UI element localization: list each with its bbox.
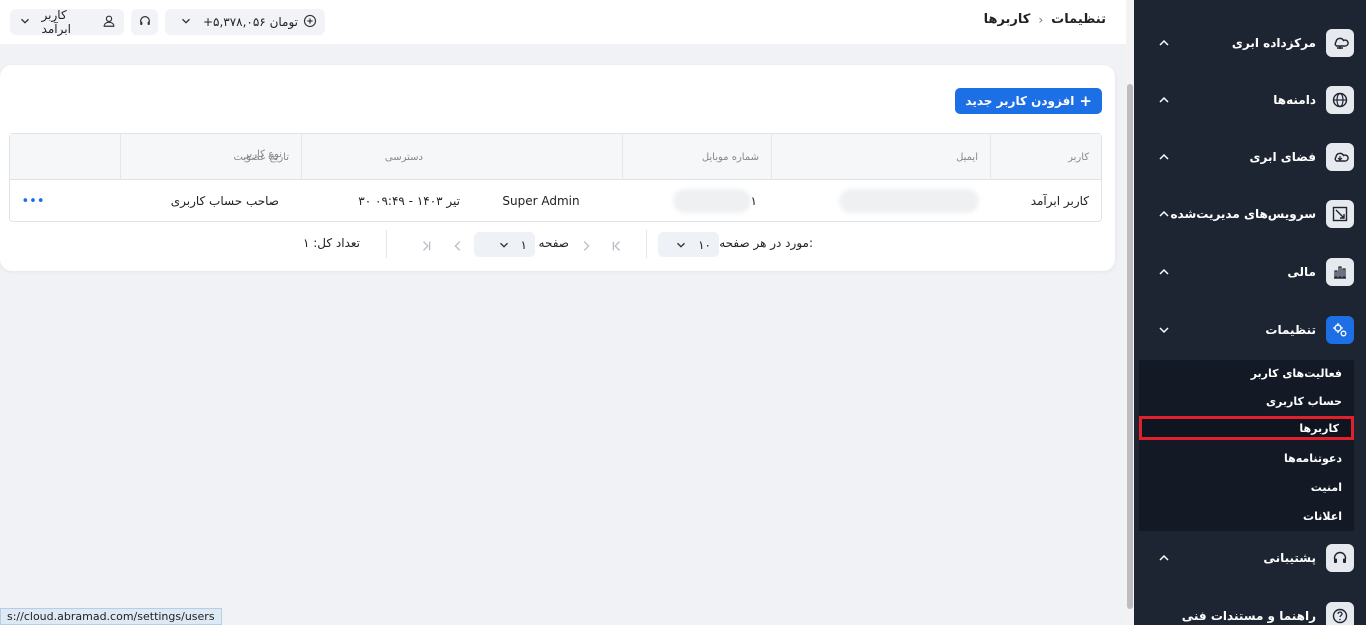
total-count: تعداد کل: ۱ bbox=[302, 236, 360, 250]
sidebar-item-label: فضای ابری bbox=[1249, 150, 1316, 164]
sidebar-item-domains[interactable]: دامنه‌ها bbox=[1134, 80, 1366, 120]
sidebar-item-label: مرکزداده ابری bbox=[1231, 36, 1316, 50]
sidebar: مرکزداده ابری دامنه‌ها فضای ابری سرویس‌ه… bbox=[1134, 0, 1366, 625]
breadcrumb-current: کاربرها bbox=[983, 12, 1031, 27]
sidebar-item-finance[interactable]: مالی bbox=[1134, 252, 1366, 292]
cloud-server-icon bbox=[1326, 29, 1354, 57]
per-page-value: ۱۰ bbox=[698, 237, 711, 252]
column-header-mobile: شماره موبایل bbox=[622, 134, 771, 180]
first-page-icon[interactable] bbox=[609, 238, 623, 252]
table-header: کاربر ایمیل شماره موبایل دسترسی تاریخ عض… bbox=[10, 134, 1101, 180]
last-page-icon[interactable] bbox=[420, 238, 434, 252]
cell-access: Super Admin bbox=[502, 194, 580, 208]
submenu-item-invitations[interactable]: دعوتنامه‌ها bbox=[1139, 446, 1354, 470]
cloud-storage-icon bbox=[1326, 143, 1354, 171]
page-select[interactable]: ۱ bbox=[474, 232, 535, 257]
page-value: ۱ bbox=[520, 237, 527, 252]
column-header-type-spacer bbox=[120, 134, 301, 180]
balance-amount: +۵,۳۷۸,۰۵۶ تومان bbox=[202, 15, 298, 29]
balance-button[interactable]: +۵,۳۷۸,۰۵۶ تومان bbox=[165, 9, 325, 35]
chevron-down-icon bbox=[499, 242, 508, 248]
chevron-down-icon bbox=[677, 242, 686, 248]
pagination: مورد در هر صفحه: ۱۰ صفحه ۱ تعداد کل: ۱ bbox=[0, 230, 1115, 260]
divider bbox=[646, 230, 647, 258]
row-actions-button[interactable]: ••• bbox=[9, 180, 57, 222]
sidebar-item-label: مالی bbox=[1287, 265, 1316, 279]
submenu-item-notifications[interactable]: اعلانات bbox=[1139, 504, 1354, 528]
users-card: + افزودن کاربر جدید کاربر ایمیل شماره مو… bbox=[0, 65, 1115, 271]
page-label: صفحه bbox=[538, 236, 569, 250]
scrollbar-thumb[interactable] bbox=[1127, 84, 1133, 609]
per-page-select[interactable]: ۱۰ bbox=[658, 232, 719, 257]
finance-chart-icon bbox=[1326, 258, 1354, 286]
submenu-item-users[interactable]: کاربرها bbox=[1139, 416, 1354, 440]
sidebar-item-managed-services[interactable]: سرویس‌های مدیریت‌شده bbox=[1134, 194, 1366, 234]
chevron-up-icon bbox=[1156, 264, 1172, 280]
managed-services-icon bbox=[1326, 200, 1354, 228]
breadcrumb: تنظیمات › کاربرها bbox=[984, 12, 1106, 27]
chevron-up-icon bbox=[1156, 35, 1172, 51]
cell-mobile: ۱ bbox=[750, 194, 757, 208]
chevron-up-icon bbox=[1156, 149, 1172, 165]
sidebar-item-support[interactable]: پشتیبانی bbox=[1134, 538, 1366, 578]
column-header-type-wrap bbox=[9, 134, 120, 180]
users-table: کاربر ایمیل شماره موبایل دسترسی تاریخ عض… bbox=[9, 133, 1102, 222]
chevron-down-icon bbox=[18, 14, 32, 31]
column-header-access-wrap: دسترسی bbox=[301, 134, 622, 180]
main-scrollbar[interactable] bbox=[1126, 0, 1134, 625]
cell-user: کاربر ابرآمد bbox=[1030, 194, 1089, 208]
status-bar-url: s://cloud.abramad.com/settings/users bbox=[0, 608, 222, 625]
top-bar: تنظیمات › کاربرها کاربر ابرآمد +۵,۳۷۸,۰۵… bbox=[0, 0, 1126, 44]
sidebar-item-label: سرویس‌های مدیریت‌شده bbox=[1170, 207, 1316, 221]
chevron-down-icon bbox=[179, 14, 193, 31]
sidebar-item-label: راهنما و مستندات فنی bbox=[1181, 609, 1316, 623]
user-menu-button[interactable]: کاربر ابرآمد bbox=[10, 8, 124, 36]
sidebar-item-help-docs[interactable]: راهنما و مستندات فنی bbox=[1134, 596, 1366, 625]
header-dummy bbox=[289, 134, 301, 180]
chevron-down-icon bbox=[1156, 322, 1172, 338]
next-page-icon[interactable] bbox=[451, 238, 465, 252]
divider bbox=[386, 230, 387, 258]
add-user-button[interactable]: + افزودن کاربر جدید bbox=[955, 88, 1102, 114]
chevron-up-icon bbox=[1156, 550, 1172, 566]
add-user-label: افزودن کاربر جدید bbox=[965, 94, 1075, 108]
support-button[interactable] bbox=[131, 9, 158, 35]
help-docs-icon bbox=[1326, 602, 1354, 625]
column-header-access: دسترسی bbox=[384, 151, 423, 163]
sidebar-item-label: پشتیبانی bbox=[1263, 551, 1316, 565]
headset-icon bbox=[1326, 544, 1354, 572]
breadcrumb-separator: › bbox=[1038, 12, 1044, 27]
cell-email-redacted bbox=[839, 189, 979, 213]
cell-joined: ۳۰ تیر ۱۴۰۳ - ۰۹:۴۹ bbox=[358, 194, 460, 208]
globe-icon bbox=[1326, 86, 1354, 114]
submenu-item-security[interactable]: امنیت bbox=[1139, 475, 1354, 499]
column-header-email: ایمیل bbox=[771, 134, 990, 180]
user-menu-label: کاربر ابرآمد bbox=[41, 8, 71, 36]
sidebar-item-label: تنظیمات bbox=[1265, 323, 1316, 337]
column-header-user: کاربر bbox=[990, 134, 1101, 180]
sidebar-item-cloud-datacenter[interactable]: مرکزداده ابری bbox=[1134, 23, 1366, 63]
add-circle-icon bbox=[303, 14, 317, 31]
plus-icon: + bbox=[1079, 92, 1092, 110]
submenu-item-user-activities[interactable]: فعالیت‌های کاربر bbox=[1139, 361, 1354, 385]
user-icon bbox=[102, 14, 116, 31]
submenu-item-account[interactable]: حساب کاربری bbox=[1139, 389, 1354, 413]
cell-type: صاحب حساب کاربری bbox=[170, 194, 279, 208]
sidebar-item-label: دامنه‌ها bbox=[1273, 93, 1316, 107]
breadcrumb-parent[interactable]: تنظیمات bbox=[1051, 12, 1106, 27]
sidebar-item-settings[interactable]: تنظیمات bbox=[1134, 310, 1366, 350]
chevron-up-icon bbox=[1156, 92, 1172, 108]
settings-gears-icon bbox=[1326, 316, 1354, 344]
chevron-up-icon bbox=[1156, 206, 1172, 222]
prev-page-icon[interactable] bbox=[579, 238, 593, 252]
settings-submenu: فعالیت‌های کاربر حساب کاربری کاربرها دعو… bbox=[1139, 360, 1354, 531]
headset-icon bbox=[138, 14, 152, 31]
per-page-label: مورد در هر صفحه: bbox=[719, 236, 813, 250]
sidebar-item-cloud-storage[interactable]: فضای ابری bbox=[1134, 137, 1366, 177]
